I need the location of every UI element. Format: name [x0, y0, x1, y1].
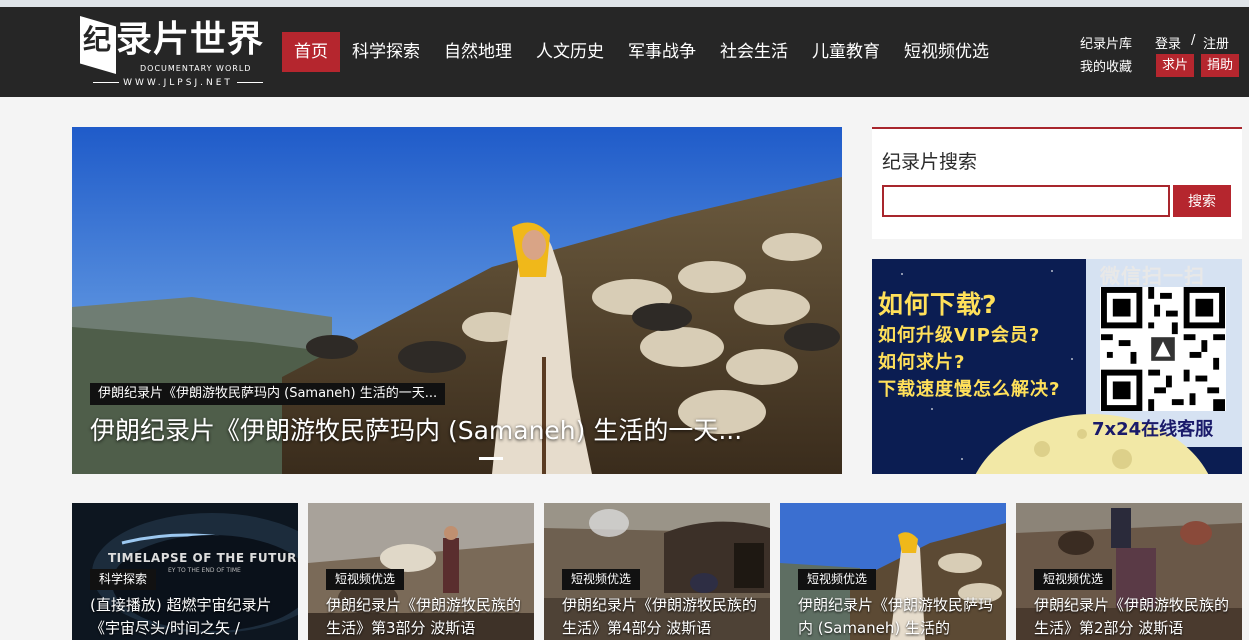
logo-subtitle: DOCUMENTARY WORLD [140, 64, 252, 73]
search-widget: 纪录片搜索 搜索 [872, 127, 1242, 239]
nav-item-science[interactable]: 科学探索 [340, 32, 432, 72]
card-overlay-subtitle: EY TO THE END OF TIME [168, 567, 241, 574]
donate-button[interactable]: 捐助 [1201, 54, 1240, 77]
nav-item-children[interactable]: 儿童教育 [800, 32, 892, 72]
banner-service-label: 7x24在线客服 [1092, 419, 1214, 440]
search-input[interactable] [882, 185, 1170, 217]
card-overlay-title: TIMELAPSE OF THE FUTURE [108, 551, 298, 565]
card-category-tag[interactable]: 短视频优选 [326, 569, 405, 590]
nav-item-military[interactable]: 军事战争 [616, 32, 708, 72]
register-link[interactable]: 注册 [1203, 33, 1229, 52]
login-link[interactable]: 登录 [1155, 33, 1181, 52]
request-button[interactable]: 求片 [1156, 54, 1195, 77]
card-title[interactable]: 伊朗纪录片《伊朗游牧民萨玛内 (Samaneh) 生活的 [798, 594, 998, 640]
logo-title: 录片世界 [116, 19, 265, 60]
card-title[interactable]: (直接播放) 超燃宇宙纪录片《宇宙尽头/时间之矢 / [90, 594, 290, 640]
banner-line-speed: 下载速度慢怎么解决? [878, 379, 1061, 400]
logo-url: WWW.JLPSJ.NET [84, 78, 272, 88]
video-card[interactable]: 短视频优选 伊朗纪录片《伊朗游牧民族的生活》第4部分 波斯语 [544, 503, 770, 640]
hero-title[interactable]: 伊朗纪录片《伊朗游牧民萨玛内 (Samaneh) 生活的一天... [90, 411, 742, 447]
nav-item-short-video[interactable]: 短视频优选 [892, 32, 1001, 72]
wechat-scan-label: 微信扫一扫 [1100, 264, 1205, 288]
logo-glyph: 纪 [83, 23, 112, 56]
nav-item-history[interactable]: 人文历史 [524, 32, 616, 72]
nav-item-geography[interactable]: 自然地理 [432, 32, 524, 72]
card-category-tag[interactable]: 短视频优选 [798, 569, 877, 590]
card-category-tag[interactable]: 短视频优选 [562, 569, 641, 590]
nav-item-home[interactable]: 首页 [282, 32, 340, 72]
top-strip [0, 0, 1249, 7]
hero-slider[interactable]: 伊朗纪录片《伊朗游牧民萨玛内 (Samaneh) 生活的一天... 伊朗纪录片《… [72, 127, 842, 474]
video-card[interactable]: 短视频优选 伊朗纪录片《伊朗游牧民族的生活》第2部分 波斯语 [1016, 503, 1242, 640]
banner-line-request: 如何求片? [878, 352, 966, 373]
wechat-qr-code [1100, 287, 1226, 411]
login-separator: / [1191, 33, 1196, 48]
slider-indicator[interactable] [479, 457, 503, 460]
video-card[interactable]: TIMELAPSE OF THE FUTURE EY TO THE END OF… [72, 503, 298, 640]
nav-item-society[interactable]: 社会生活 [708, 32, 800, 72]
library-link[interactable]: 纪录片库 [1080, 33, 1132, 52]
card-category-tag[interactable]: 科学探索 [90, 569, 157, 590]
site-header: 纪 录片世界 DOCUMENTARY WORLD WWW.JLPSJ.NET 首… [0, 7, 1249, 97]
search-title: 纪录片搜索 [882, 151, 978, 173]
card-title[interactable]: 伊朗纪录片《伊朗游牧民族的生活》第2部分 波斯语 [1034, 594, 1234, 640]
card-title[interactable]: 伊朗纪录片《伊朗游牧民族的生活》第4部分 波斯语 [562, 594, 762, 640]
help-banner[interactable]: 微信扫一扫 如何下载? 如何升级VIP会员? 如何求片? 下载速度慢怎么解决? … [872, 259, 1242, 474]
search-button[interactable]: 搜索 [1173, 185, 1231, 217]
video-card[interactable]: 短视频优选 伊朗纪录片《伊朗游牧民族的生活》第3部分 波斯语 [308, 503, 534, 640]
site-logo[interactable]: 纪 录片世界 DOCUMENTARY WORLD WWW.JLPSJ.NET [78, 12, 278, 92]
main-nav: 首页 科学探索 自然地理 人文历史 军事战争 社会生活 儿童教育 短视频优选 [282, 32, 1001, 72]
hero-caption-small[interactable]: 伊朗纪录片《伊朗游牧民萨玛内 (Samaneh) 生活的一天... [90, 383, 446, 405]
card-title[interactable]: 伊朗纪录片《伊朗游牧民族的生活》第3部分 波斯语 [326, 594, 526, 640]
favorites-link[interactable]: 我的收藏 [1080, 56, 1132, 75]
video-card[interactable]: 短视频优选 伊朗纪录片《伊朗游牧民萨玛内 (Samaneh) 生活的 [780, 503, 1006, 640]
card-category-tag[interactable]: 短视频优选 [1034, 569, 1113, 590]
banner-line-vip: 如何升级VIP会员? [878, 325, 1041, 346]
banner-title: 如何下载? [878, 290, 998, 319]
